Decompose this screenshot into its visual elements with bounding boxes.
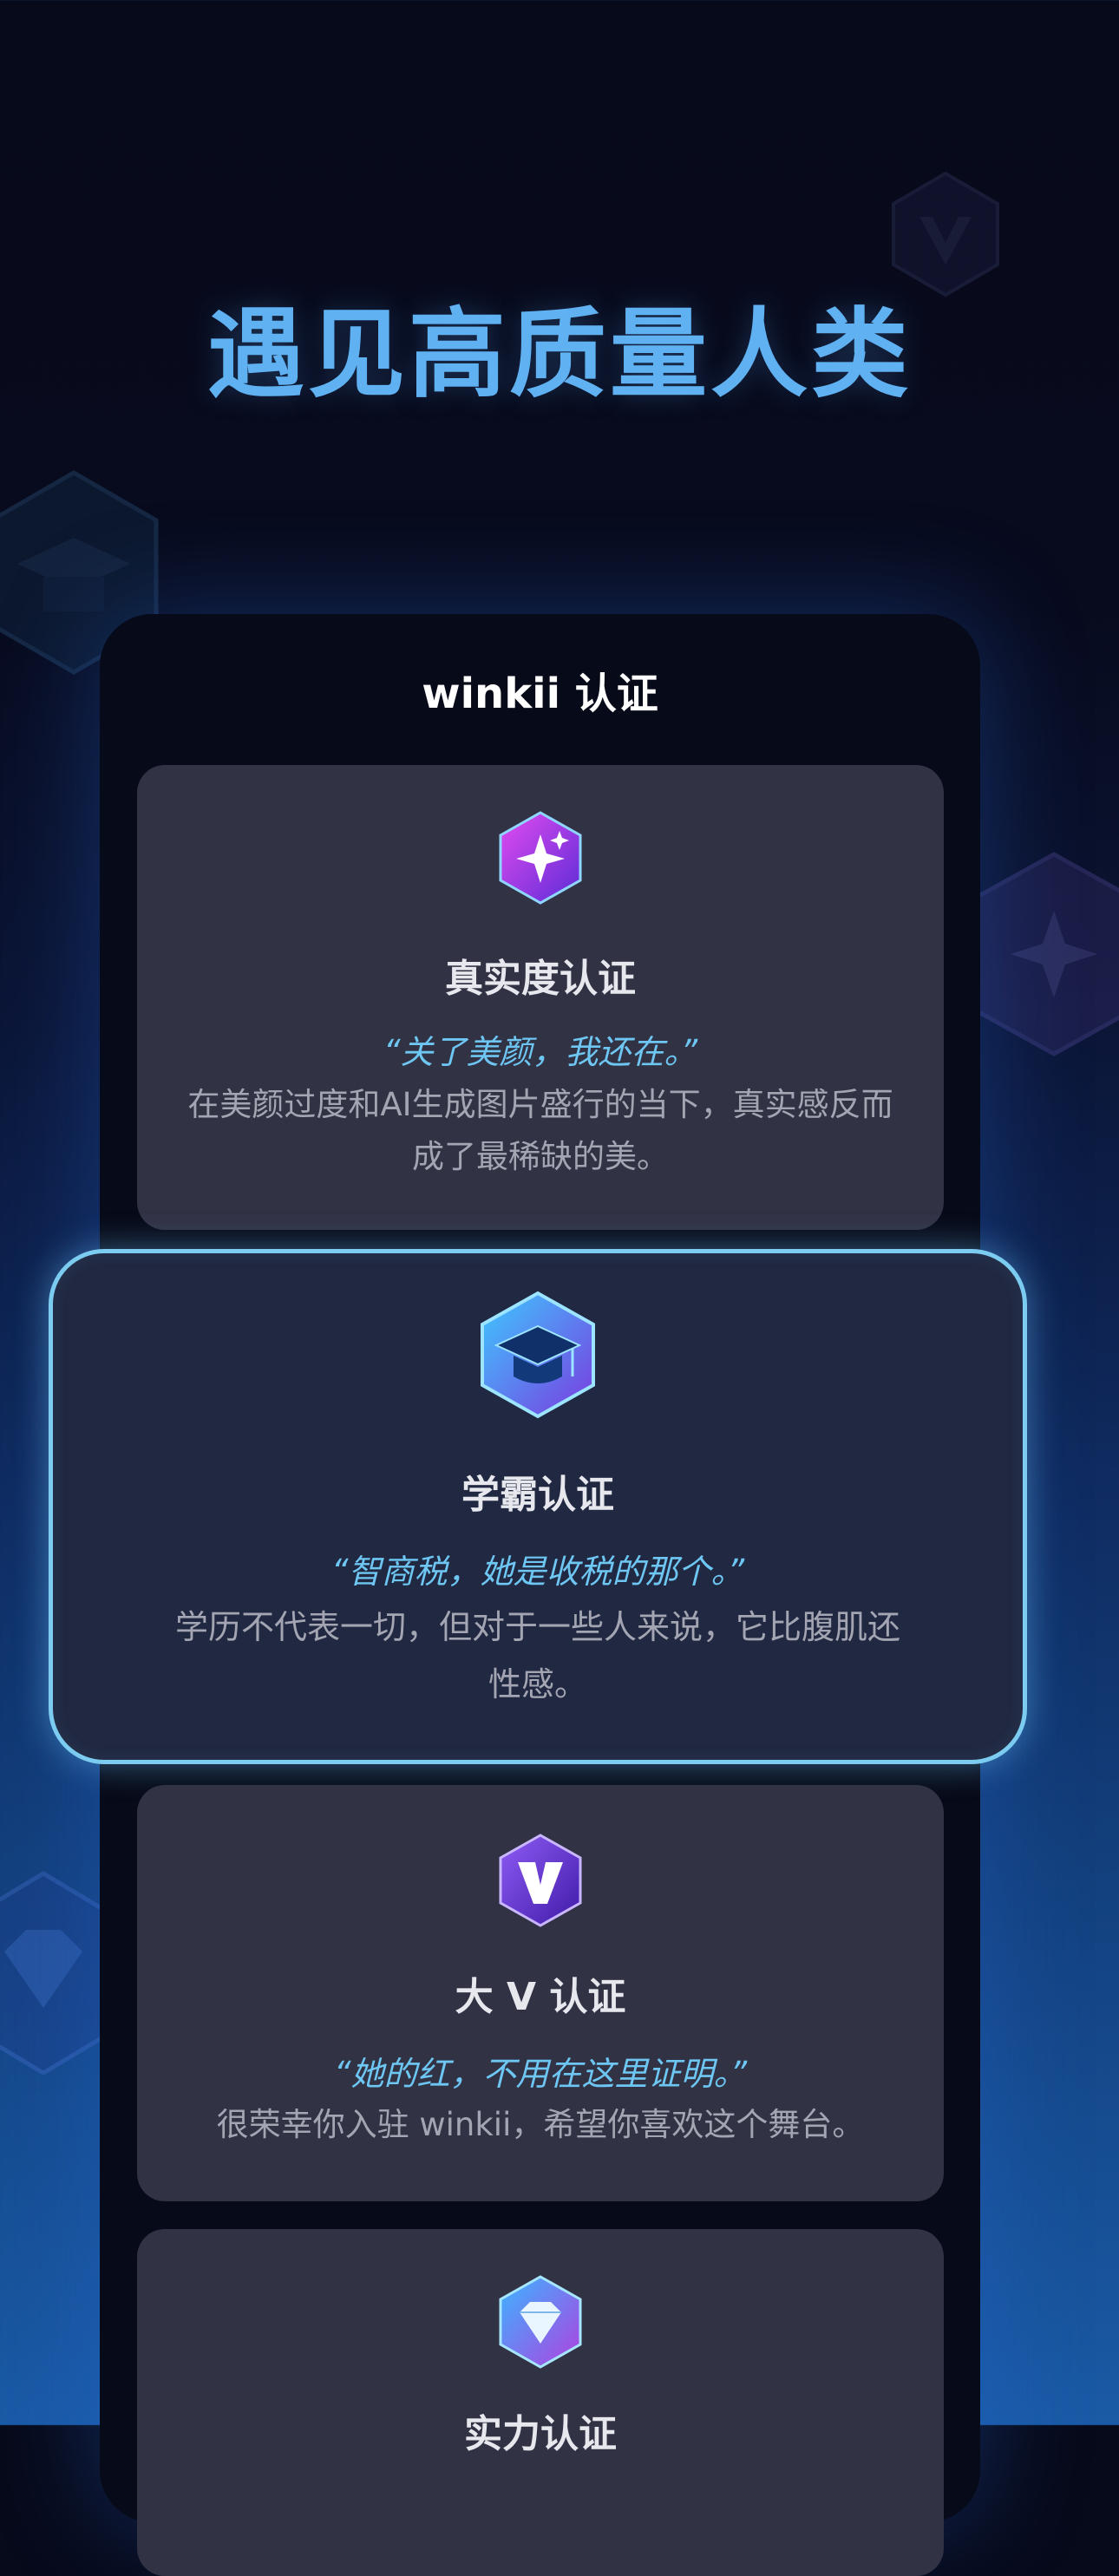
card-description: 很荣幸你入驻 winkii，希望你喜欢这个舞台。 [137,2099,944,2151]
sparkle-badge-icon [499,811,582,905]
panel-title: winkii 认证 [422,670,658,718]
card-title: 真实度认证 [445,957,636,1001]
card-description: 在美颜过度和AI生成图片盛行的当下，真实感反而 成了最稀缺的美。 [137,1079,944,1183]
card-academic[interactable]: 学霸认证 “智商税，她是收税的那个。” 学历不代表一切，但对于一些人来说，它比腹… [49,1249,1027,1764]
card-description-line: 很荣幸你入驻 winkii，希望你喜欢这个舞台。 [216,2106,865,2143]
card-quote: “智商税，她是收税的那个。” [330,1553,745,1591]
card-strength[interactable]: 实力认证 [137,2229,944,2576]
v-badge-icon [499,1834,582,1927]
card-title: 大 V 认证 [455,1975,626,2019]
card-influencer[interactable]: 大 V 认证 “她的红，不用在这里证明。” 很荣幸你入驻 winkii，希望你喜… [137,1785,944,2201]
card-title: 学霸认证 [461,1473,614,1517]
background-diamond-hex-icon [0,1871,111,2076]
diamond-badge-icon [499,2275,582,2369]
card-authenticity[interactable]: 真实度认证 “关了美颜，我还在。” 在美颜过度和AI生成图片盛行的当下，真实感反… [137,765,944,1230]
card-quote: “她的红，不用在这里证明。” [333,2055,748,2093]
card-description-line: 在美颜过度和AI生成图片盛行的当下，真实感反而 [187,1086,893,1123]
page-headline: 遇见高质量人类 [207,298,912,411]
background-sparkle-hex-icon [973,852,1119,1056]
card-quote: “关了美颜，我还在。” [383,1033,698,1071]
card-description-line: 学历不代表一切，但对于一些人来说，它比腹肌还 [174,1608,900,1646]
card-description-line: 成了最稀缺的美。 [412,1138,669,1175]
graduation-cap-badge-icon [481,1291,595,1419]
card-description: 学历不代表一切，但对于一些人来说，它比腹肌还 性感。 [53,1599,1023,1713]
card-title: 实力认证 [464,2412,617,2456]
card-description-line: 性感。 [488,1665,587,1703]
